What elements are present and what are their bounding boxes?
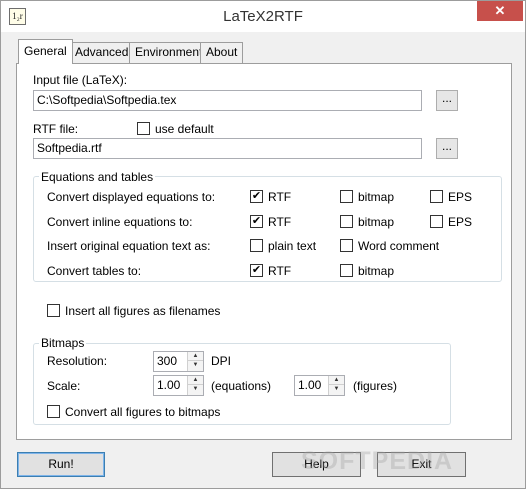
rtf-file-field[interactable]: Softpedia.rtf xyxy=(33,138,422,159)
convert-figures-checkbox[interactable] xyxy=(47,405,60,418)
word-comment-checkbox[interactable] xyxy=(340,239,353,252)
resolution-value: 300 xyxy=(157,354,178,368)
tables-rtf-label: RTF xyxy=(268,264,292,278)
inline-eps-label: EPS xyxy=(448,215,473,229)
spin-down-icon[interactable]: ▼ xyxy=(188,361,203,370)
convert-figures-label: Convert all figures to bitmaps xyxy=(65,405,221,419)
displayed-bitmap-checkbox[interactable] xyxy=(340,190,353,203)
title-bar[interactable]: 1₂r LaTeX2RTF ✕ xyxy=(1,1,525,32)
use-default-label: use default xyxy=(155,122,214,136)
spin-down-icon[interactable]: ▼ xyxy=(188,385,203,394)
spinner-arrows: ▲ ▼ xyxy=(187,376,203,395)
scale-figures-value: 1.00 xyxy=(298,378,322,392)
inline-rtf-checkbox[interactable]: ✔ xyxy=(250,215,263,228)
rtf-browse-button[interactable]: ... xyxy=(436,138,458,159)
scale-equations-value: 1.00 xyxy=(157,378,181,392)
inline-equations-label: Convert inline equations to: xyxy=(47,215,193,229)
displayed-bitmap-label: bitmap xyxy=(358,190,395,204)
equations-tables-title: Equations and tables xyxy=(39,170,156,184)
spinner-arrows: ▲ ▼ xyxy=(187,352,203,371)
rtf-file-label: RTF file: xyxy=(33,122,79,136)
plain-text-checkbox[interactable] xyxy=(250,239,263,252)
resolution-label: Resolution: xyxy=(47,354,108,368)
inline-rtf-label: RTF xyxy=(268,215,292,229)
bitmaps-title: Bitmaps xyxy=(39,336,87,350)
scale-label: Scale: xyxy=(47,379,81,393)
tab-general[interactable]: General xyxy=(18,39,73,64)
close-icon: ✕ xyxy=(494,3,506,18)
spin-up-icon[interactable]: ▲ xyxy=(188,352,203,361)
original-equation-label: Insert original equation text as: xyxy=(47,239,211,253)
displayed-eps-label: EPS xyxy=(448,190,473,204)
tab-about[interactable]: About xyxy=(200,42,244,63)
spin-up-icon[interactable]: ▲ xyxy=(329,376,344,385)
inline-bitmap-label: bitmap xyxy=(358,215,395,229)
app-window: 1₂r LaTeX2RTF ✕ General Advanced Environ… xyxy=(0,0,526,489)
word-comment-label: Word comment xyxy=(358,239,440,253)
figures-scale-label: (figures) xyxy=(353,379,398,393)
inline-eps-checkbox[interactable] xyxy=(430,215,443,228)
inline-bitmap-checkbox[interactable] xyxy=(340,215,353,228)
input-browse-button[interactable]: ... xyxy=(436,90,458,111)
tab-advanced[interactable]: Advanced xyxy=(69,42,135,63)
equations-scale-label: (equations) xyxy=(211,379,272,393)
tables-bitmap-label: bitmap xyxy=(358,264,395,278)
insert-figures-label: Insert all figures as filenames xyxy=(65,304,221,318)
tab-environment[interactable]: Environment xyxy=(129,42,209,63)
tables-rtf-checkbox[interactable]: ✔ xyxy=(250,264,263,277)
scale-equations-spinner[interactable]: 1.00 ▲ ▼ xyxy=(153,375,204,396)
displayed-eps-checkbox[interactable] xyxy=(430,190,443,203)
plain-text-label: plain text xyxy=(268,239,317,253)
insert-figures-checkbox[interactable] xyxy=(47,304,60,317)
displayed-equations-label: Convert displayed equations to: xyxy=(47,190,216,204)
displayed-rtf-label: RTF xyxy=(268,190,292,204)
spin-down-icon[interactable]: ▼ xyxy=(329,385,344,394)
general-tab-panel: Input file (LaTeX): C:\Softpedia\Softped… xyxy=(16,63,512,440)
window-title: LaTeX2RTF xyxy=(223,8,303,25)
displayed-rtf-checkbox[interactable]: ✔ xyxy=(250,190,263,203)
watermark-text: SOFTPEDIA xyxy=(301,447,454,475)
tables-bitmap-checkbox[interactable] xyxy=(340,264,353,277)
run-button[interactable]: Run! xyxy=(17,452,105,477)
spin-up-icon[interactable]: ▲ xyxy=(188,376,203,385)
dpi-label: DPI xyxy=(211,354,232,368)
resolution-spinner[interactable]: 300 ▲ ▼ xyxy=(153,351,204,372)
input-file-label: Input file (LaTeX): xyxy=(33,73,128,87)
use-default-checkbox[interactable] xyxy=(137,122,150,135)
input-file-field[interactable]: C:\Softpedia\Softpedia.tex xyxy=(33,90,422,111)
spinner-arrows: ▲ ▼ xyxy=(328,376,344,395)
close-button[interactable]: ✕ xyxy=(477,1,523,21)
convert-tables-label: Convert tables to: xyxy=(47,264,142,278)
scale-figures-spinner[interactable]: 1.00 ▲ ▼ xyxy=(294,375,345,396)
